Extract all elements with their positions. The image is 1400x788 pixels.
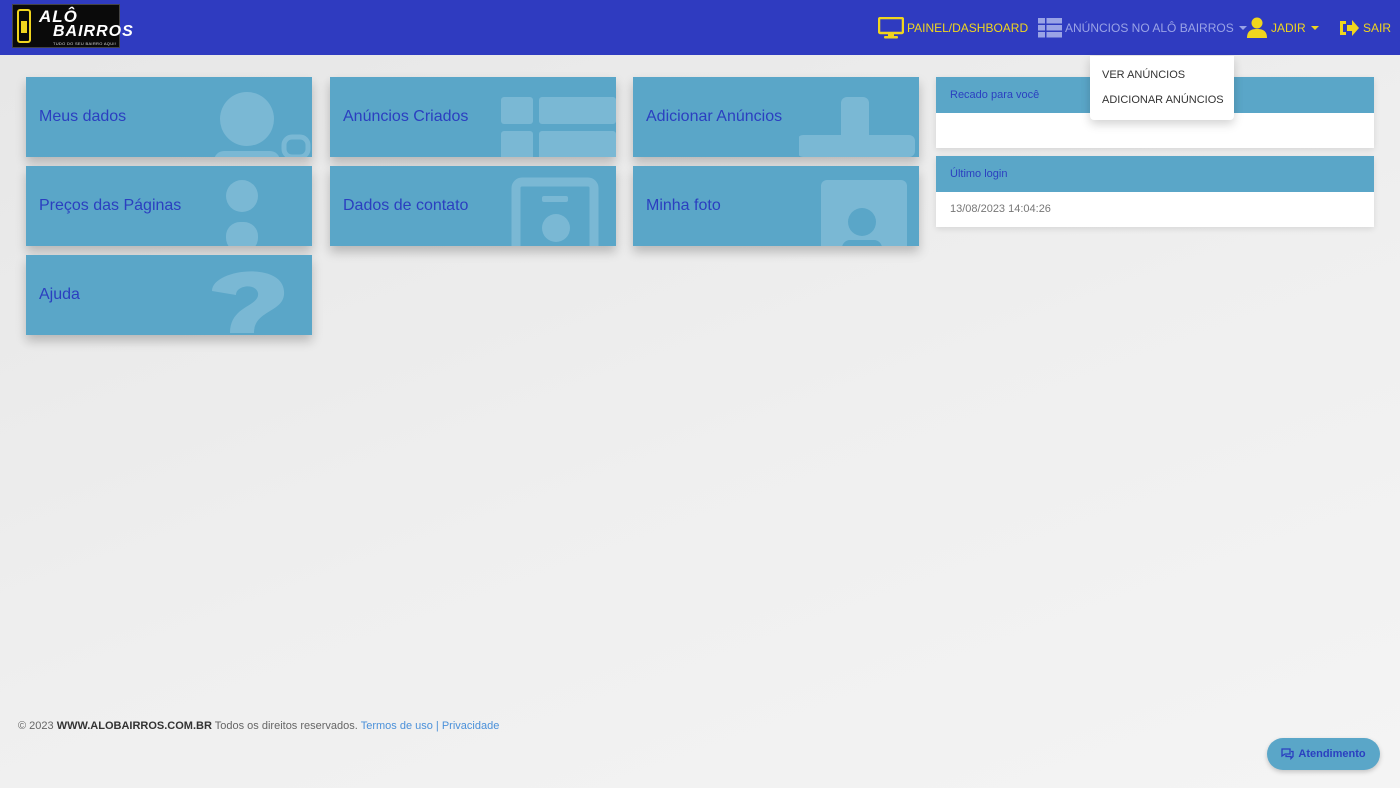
user-icon: [1247, 17, 1267, 38]
tile-anuncios-criados[interactable]: Anúncios Criados: [330, 77, 616, 157]
menu-item-add-ads[interactable]: ADICIONAR ANÚNCIOS: [1090, 91, 1234, 116]
support-chat-button[interactable]: Atendimento: [1267, 738, 1380, 770]
table-icon: [1038, 18, 1062, 38]
footer-separator: |: [435, 720, 439, 732]
tile-label: Meus dados: [39, 108, 127, 125]
tile-label: Minha foto: [646, 197, 721, 214]
last-login-panel: Último login 13/08/2023 14:04:26: [936, 156, 1374, 227]
tile-label: Adicionar Anúncios: [646, 108, 783, 125]
footer-copyright: © 2023: [18, 720, 54, 732]
question-icon: [212, 271, 285, 333]
phone-icon: [17, 9, 31, 43]
info-icon: [226, 180, 258, 246]
nav-logout-label: SAIR: [1363, 21, 1392, 35]
tile-adicionar-anuncios[interactable]: Adicionar Anúncios: [633, 77, 919, 157]
chat-icon: [1281, 748, 1295, 760]
nav-ads-menu[interactable]: ANÚNCIOS NO ALÔ BAIRROS: [1038, 14, 1247, 42]
photo-icon: [821, 180, 907, 246]
brand-tagline: TUDO DO SEU BAIRRO AQUI!: [53, 41, 117, 46]
top-navbar: ALÔ BAIRROS TUDO DO SEU BAIRRO AQUI! PAI…: [0, 0, 1400, 55]
nav-ads-label: ANÚNCIOS NO ALÔ BAIRROS: [1065, 21, 1234, 35]
tile-label: Ajuda: [39, 286, 80, 303]
nav-dashboard[interactable]: PAINEL/DASHBOARD: [878, 14, 1028, 42]
footer-rights: Todos os direitos reservados.: [214, 720, 358, 732]
nav-user-menu[interactable]: JADIR: [1246, 14, 1319, 42]
tile-label: Preços das Páginas: [39, 197, 182, 214]
page-footer: © 2023 WWW.ALOBAIRROS.COM.BR Todos os di…: [18, 720, 499, 732]
footer-site: WWW.ALOBAIRROS.COM.BR: [56, 720, 212, 732]
nav-logout[interactable]: SAIR: [1338, 14, 1391, 42]
tile-label: Dados de contato: [343, 197, 469, 214]
user-icon: [214, 92, 311, 157]
last-login-value: 13/08/2023 14:04:26: [950, 203, 1051, 215]
footer-privacy-link[interactable]: Privacidade: [442, 720, 499, 732]
tile-meus-dados[interactable]: Meus dados: [26, 77, 312, 157]
support-button-label: Atendimento: [1298, 748, 1366, 760]
chevron-down-icon: [1310, 26, 1319, 30]
list-icon: [501, 97, 616, 157]
plus-icon: [799, 97, 915, 157]
monitor-icon: [878, 17, 904, 39]
logout-icon: [1340, 20, 1359, 36]
brand-line2: BAIRROS: [53, 23, 134, 40]
tile-dados-contato[interactable]: Dados de contato: [330, 166, 616, 246]
tile-minha-foto[interactable]: Minha foto: [633, 166, 919, 246]
menu-item-view-ads[interactable]: VER ANÚNCIOS: [1090, 66, 1234, 91]
ads-dropdown-menu: VER ANÚNCIOS ADICIONAR ANÚNCIOS: [1090, 56, 1234, 120]
brand-logo[interactable]: ALÔ BAIRROS TUDO DO SEU BAIRRO AQUI!: [12, 4, 133, 48]
tile-label: Anúncios Criados: [343, 108, 469, 125]
tile-precos-paginas[interactable]: Preços das Páginas: [26, 166, 312, 246]
nav-user-label: JADIR: [1271, 21, 1306, 35]
nav-dashboard-label: PAINEL/DASHBOARD: [907, 21, 1029, 35]
tile-ajuda[interactable]: Ajuda: [26, 255, 312, 335]
last-login-title: Último login: [936, 156, 1374, 192]
contact-card-icon: [511, 177, 599, 246]
footer-terms-link[interactable]: Termos de uso: [361, 720, 433, 732]
